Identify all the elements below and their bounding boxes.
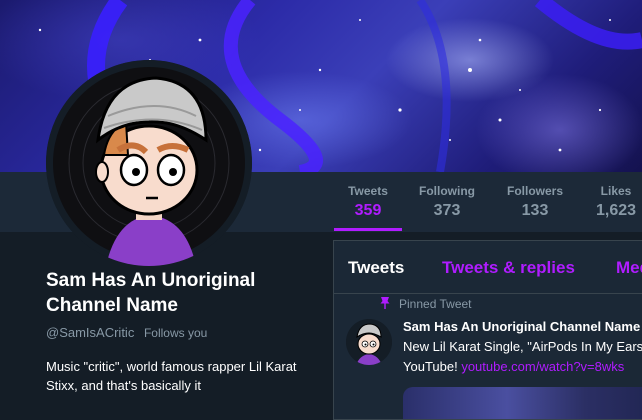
tab-tweets-and-replies[interactable]: Tweets & replies — [442, 258, 575, 278]
stat-tweets[interactable]: Tweets 359 — [346, 184, 390, 220]
active-stat-indicator — [334, 228, 402, 231]
tweet-text-prefix: YouTube! — [403, 359, 462, 374]
stat-followers-value: 133 — [521, 202, 549, 219]
tweet-author-avatar[interactable] — [346, 319, 392, 365]
tweet-text-line2: YouTube! youtube.com/watch?v=8wks — [403, 359, 624, 374]
profile-avatar[interactable] — [46, 60, 252, 266]
profile-bio: Music "critic", world famous rapper Lil … — [46, 359, 297, 393]
profile-handle[interactable]: @SamIsACritic — [46, 325, 134, 340]
stat-followers[interactable]: Followers 133 — [505, 184, 565, 220]
stat-tweets-value: 359 — [354, 202, 382, 219]
tab-media[interactable]: Media — [616, 258, 642, 278]
stat-likes[interactable]: Likes 1,623 — [594, 184, 638, 220]
follows-you-badge: Follows you — [143, 326, 208, 340]
stat-following-value: 373 — [433, 202, 461, 219]
tweet-link[interactable]: youtube.com/watch?v=8wks — [461, 359, 624, 374]
pin-icon — [380, 297, 390, 309]
tab-tweets[interactable]: Tweets — [348, 258, 404, 278]
timeline-tabs: Tweets Tweets & replies Media — [334, 241, 642, 294]
stat-likes-value: 1,623 — [595, 202, 637, 219]
pinned-tweet-label-row: Pinned Tweet — [380, 297, 472, 311]
stat-tweets-label: Tweets — [348, 184, 388, 198]
stat-following-label: Following — [419, 184, 475, 198]
stat-following[interactable]: Following 373 — [418, 184, 476, 220]
timeline-panel: Tweets Tweets & replies Media Pinned Twe… — [333, 240, 642, 420]
tweet-media-preview[interactable] — [403, 387, 642, 419]
profile-handle-row: @SamIsACritic Follows you — [46, 325, 207, 340]
profile-name: Sam Has An Unoriginal Channel Name — [46, 270, 256, 316]
tweet-author-name[interactable]: Sam Has An Unoriginal Channel Name — [403, 319, 640, 334]
stat-followers-label: Followers — [506, 184, 563, 198]
tweet-text-line1: New Lil Karat Single, "AirPods In My Ear… — [403, 339, 642, 354]
stat-likes-label: Likes — [600, 184, 632, 198]
pinned-tweet-label: Pinned Tweet — [399, 297, 472, 311]
